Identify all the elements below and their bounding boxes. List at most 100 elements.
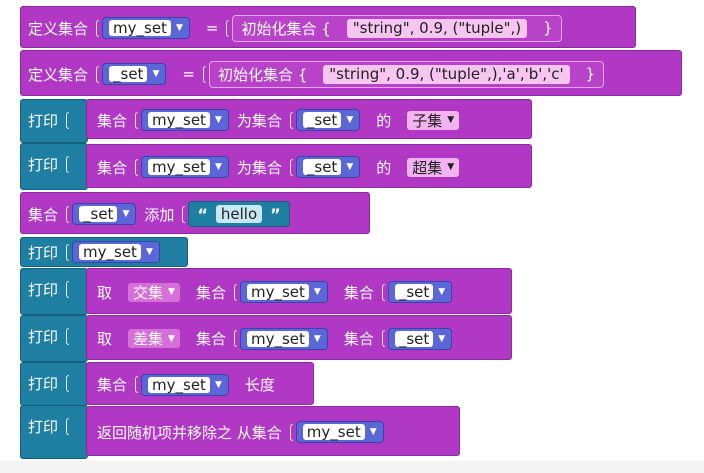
set-add-block[interactable]: 集合 _set ▼ 添加 “ hello ”	[20, 192, 370, 234]
variable-_set[interactable]: _set ▼	[295, 156, 361, 178]
dropdown-arrow-icon: ▼	[168, 333, 175, 344]
variable-my-set[interactable]: my_set ▼	[72, 241, 160, 263]
set-init-close: }	[543, 19, 553, 37]
define-set-label: 定义集合	[28, 19, 89, 38]
of-label: 的	[376, 158, 392, 177]
input-notch	[66, 111, 70, 129]
input-notch	[66, 374, 70, 392]
difference-dropdown[interactable]: 差集 ▼	[128, 329, 180, 348]
print-label: 打印	[28, 280, 59, 299]
set-init-close: }	[585, 65, 596, 83]
print-block-difference[interactable]: 打印	[20, 315, 88, 362]
print-block-superset[interactable]: 打印	[20, 143, 88, 190]
set-literal[interactable]: "string", 0.9, ("tuple",)	[346, 18, 528, 38]
variable-my-set[interactable]: my_set ▼	[239, 281, 328, 303]
dropdown-arrow-icon[interactable]: ▼	[176, 23, 183, 33]
input-notch	[289, 158, 293, 176]
length-block[interactable]: 集合 my_set ▼ 长度	[86, 362, 314, 405]
difference-block[interactable]: 取 差集 ▼ 集合 my_set ▼ 集合 _set ▼	[86, 315, 512, 360]
set-init-label: 初始化集合 {	[217, 65, 308, 84]
print-label: 打印	[28, 374, 59, 393]
length-label: 长度	[244, 376, 275, 394]
set-label: 集合	[28, 205, 59, 224]
print-label: 打印	[28, 243, 59, 262]
define-set-block-my-set[interactable]: 定义集合 my_set ▼ = 初始化集合 { "string", 0.9, ("…	[20, 6, 636, 48]
variable-_set[interactable]: _set ▼	[387, 281, 453, 303]
dropdown-arrow-icon: ▼	[168, 287, 175, 297]
variable-my-set[interactable]: my_set ▼	[141, 156, 229, 178]
print-block-subset[interactable]: 打印	[20, 99, 88, 143]
dropdown-arrow-icon[interactable]: ▼	[438, 287, 445, 297]
input-notch	[226, 19, 230, 37]
subset-dropdown[interactable]: 子集 ▼	[407, 110, 460, 130]
input-notch	[135, 111, 139, 129]
open-quote-icon: “	[197, 204, 208, 224]
variable-_set[interactable]: _set ▼	[102, 63, 167, 85]
dropdown-arrow-icon[interactable]: ▼	[215, 115, 222, 125]
input-notch	[96, 19, 100, 37]
pop-block[interactable]: 返回随机项并移除之 从集合 my_set ▼	[86, 406, 460, 456]
dropdown-arrow-icon[interactable]: ▼	[215, 162, 222, 172]
set-literal[interactable]: "string", 0.9, ("tuple",),'a','b','c'	[323, 64, 570, 84]
input-notch	[381, 330, 385, 347]
input-notch	[233, 283, 237, 301]
dropdown-arrow-icon: ▼	[447, 162, 455, 172]
input-notch	[66, 205, 70, 223]
print-block-intersection[interactable]: 打印	[20, 268, 88, 315]
dropdown-arrow-icon[interactable]: ▼	[146, 247, 153, 257]
print-block-pop[interactable]: 打印	[20, 405, 88, 459]
set-label: 集合	[97, 111, 128, 130]
superset-check-block[interactable]: 集合 my_set ▼ 为集合 _set ▼ 的 超集 ▼	[86, 144, 532, 188]
print-block-variable[interactable]: 打印 my_set ▼	[20, 237, 188, 267]
take-label: 取	[97, 283, 113, 302]
as-set-label: 为集合	[236, 158, 282, 177]
intersection-dropdown[interactable]: 交集 ▼	[128, 282, 180, 302]
variable-_set[interactable]: _set ▼	[72, 203, 137, 225]
dropdown-arrow-icon[interactable]: ▼	[346, 162, 353, 172]
input-notch	[289, 111, 293, 129]
variable-my-set[interactable]: my_set ▼	[141, 373, 229, 396]
dropdown-arrow-icon[interactable]: ▼	[122, 209, 129, 219]
set-label: 集合	[343, 283, 374, 302]
set-init-block[interactable]: 初始化集合 { "string", 0.9, ("tuple",),'a','b…	[208, 60, 605, 88]
set-init-block[interactable]: 初始化集合 { "string", 0.9, ("tuple",) }	[232, 14, 562, 42]
dropdown-arrow-icon: ▼	[447, 115, 455, 125]
take-label: 取	[97, 330, 113, 348]
input-notch	[66, 243, 70, 261]
dropdown-arrow-icon[interactable]: ▼	[152, 69, 159, 79]
input-notch	[135, 376, 139, 393]
set-label: 集合	[195, 283, 226, 302]
dropdown-arrow-icon[interactable]: ▼	[370, 427, 377, 437]
intersection-block[interactable]: 取 交集 ▼ 集合 my_set ▼ 集合 _set ▼	[86, 268, 512, 314]
variable-_set[interactable]: _set ▼	[295, 109, 361, 131]
dropdown-arrow-icon[interactable]: ▼	[215, 380, 222, 390]
input-notch	[96, 65, 100, 83]
equals-label: =	[182, 65, 195, 83]
set-label: 集合	[97, 158, 128, 177]
input-notch	[66, 327, 70, 345]
close-quote-icon: ”	[270, 204, 281, 224]
variable-my-set[interactable]: my_set ▼	[239, 327, 328, 350]
input-notch	[289, 423, 293, 441]
string-value[interactable]: hello	[215, 205, 263, 223]
input-notch	[233, 330, 237, 347]
input-notch	[381, 283, 385, 301]
print-label: 打印	[28, 327, 59, 346]
variable-_set[interactable]: _set ▼	[387, 327, 453, 350]
of-label: 的	[376, 111, 392, 130]
print-block-length[interactable]: 打印	[20, 362, 88, 406]
add-label: 添加	[144, 205, 175, 224]
dropdown-arrow-icon[interactable]: ▼	[438, 334, 445, 344]
string-block-hello[interactable]: “ hello ”	[188, 201, 290, 227]
input-notch	[202, 65, 206, 83]
subset-check-block[interactable]: 集合 my_set ▼ 为集合 _set ▼ 的 子集 ▼	[86, 99, 532, 139]
superset-dropdown[interactable]: 超集 ▼	[407, 157, 460, 177]
variable-my-set[interactable]: my_set ▼	[102, 17, 190, 39]
define-set-block-_set[interactable]: 定义集合 _set ▼ = 初始化集合 { "string", 0.9, ("tu…	[20, 50, 682, 96]
dropdown-arrow-icon[interactable]: ▼	[314, 287, 321, 297]
print-label: 打印	[28, 111, 59, 130]
variable-my-set[interactable]: my_set ▼	[141, 109, 229, 131]
dropdown-arrow-icon[interactable]: ▼	[346, 115, 353, 125]
variable-my-set[interactable]: my_set ▼	[295, 421, 384, 443]
dropdown-arrow-icon[interactable]: ▼	[314, 334, 321, 344]
